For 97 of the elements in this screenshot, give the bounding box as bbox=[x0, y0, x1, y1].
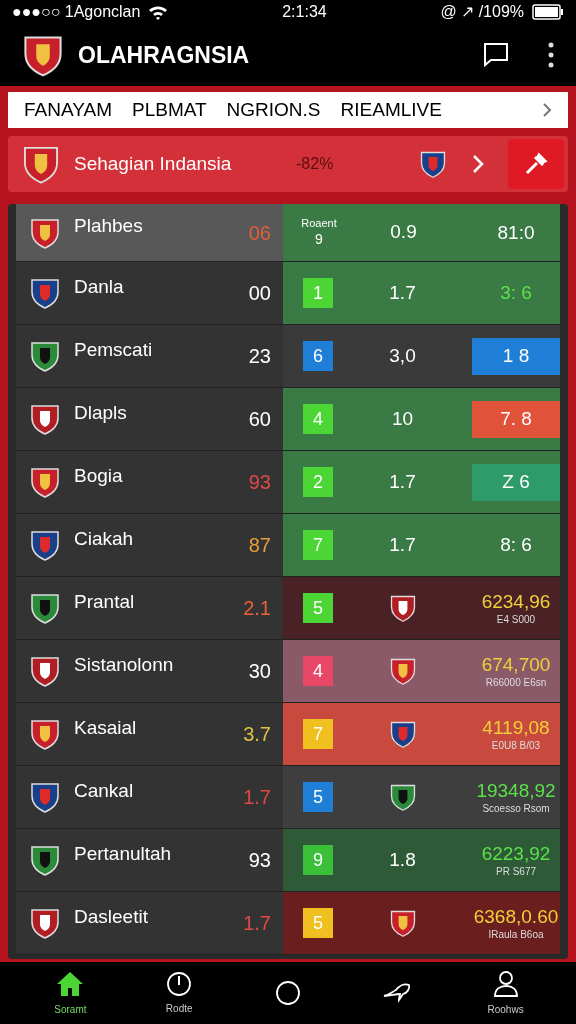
stat-value: 0.9 bbox=[390, 220, 417, 245]
team-name: Cankal bbox=[74, 778, 135, 803]
result-caption: R66000 E6sn bbox=[485, 676, 547, 690]
crest-icon bbox=[28, 465, 62, 499]
featured-banner[interactable]: Sehagian Indansia -82% bbox=[8, 136, 568, 192]
result-value: 6223,92 bbox=[481, 841, 551, 866]
team-score: 60 bbox=[247, 407, 271, 432]
team-score: 87 bbox=[247, 533, 271, 558]
result-value: 4119,08 bbox=[482, 715, 550, 740]
team-name: Pemscati bbox=[74, 337, 154, 362]
wifi-icon bbox=[148, 4, 169, 20]
rank-badge: 9 bbox=[303, 845, 333, 875]
crest-icon bbox=[28, 717, 62, 751]
rank-badge: 5 bbox=[303, 593, 333, 623]
app-title: OLAHRAGNSIA bbox=[78, 40, 251, 70]
column-value: 9 bbox=[315, 230, 323, 249]
chat-icon[interactable] bbox=[482, 41, 510, 69]
result-value: 81:0 bbox=[497, 220, 535, 245]
crest-icon bbox=[28, 528, 62, 562]
team-score: 3.7 bbox=[242, 722, 271, 747]
column-label: Roaent bbox=[301, 216, 337, 231]
banner-title: Sehagian Indansia bbox=[74, 151, 233, 176]
team-name: Kasaial bbox=[74, 715, 138, 740]
bottom-nav-item[interactable]: Soramt bbox=[35, 969, 106, 1017]
team-score: 06 bbox=[247, 220, 271, 246]
nav-tab[interactable]: NGRION.S bbox=[226, 95, 321, 125]
status-indicators: @ ↗ /109% bbox=[440, 2, 524, 22]
nav-tab[interactable]: FANAYAM bbox=[24, 95, 112, 125]
crest-icon bbox=[28, 906, 62, 940]
bottom-nav-item[interactable]: Roohws bbox=[470, 969, 541, 1017]
battery-icon bbox=[532, 4, 564, 20]
crest-icon bbox=[28, 402, 62, 436]
team-score: 2.1 bbox=[242, 596, 271, 621]
result-value: 19348,92 bbox=[476, 778, 556, 803]
team-name: Pertanultah bbox=[74, 841, 173, 866]
result-caption: E4 S000 bbox=[496, 613, 536, 627]
result-caption: IRaula B6oa bbox=[488, 928, 544, 942]
team-name: Sistanolonn bbox=[74, 652, 175, 677]
result-value: 7. 8 bbox=[500, 407, 532, 431]
team-name: Dasleetit bbox=[74, 904, 149, 929]
stat-value: 1.7 bbox=[389, 532, 416, 557]
team-name: Plahbes bbox=[74, 214, 144, 239]
stat-value: 10 bbox=[391, 406, 414, 431]
result-caption: PR S677 bbox=[496, 865, 536, 879]
more-icon[interactable] bbox=[546, 41, 556, 69]
nav-tab[interactable]: PLBMAT bbox=[132, 95, 207, 125]
circle-icon bbox=[275, 980, 301, 1006]
team-score: 93 bbox=[247, 470, 271, 495]
crest-icon bbox=[28, 591, 62, 625]
crest-icon bbox=[28, 276, 62, 310]
team-name: Bogia bbox=[74, 463, 124, 488]
crest-icon bbox=[28, 843, 62, 877]
rank-badge: 4 bbox=[303, 404, 333, 434]
crest-icon bbox=[28, 339, 62, 373]
result-caption: Scoesso Rsom bbox=[482, 802, 550, 816]
bird-icon bbox=[381, 982, 412, 1004]
result-value: 3: 6 bbox=[500, 281, 532, 305]
crest-icon bbox=[28, 780, 62, 814]
crest-icon bbox=[418, 149, 448, 179]
stat-value: 1.7 bbox=[389, 280, 416, 305]
team-score: 1.7 bbox=[242, 911, 271, 936]
result-value: 674,700 bbox=[481, 652, 551, 677]
timer-icon bbox=[166, 970, 193, 997]
result-caption: E0U8 B/03 bbox=[491, 739, 541, 753]
result-value: 8: 6 bbox=[500, 533, 532, 557]
team-score: 93 bbox=[247, 848, 271, 873]
rank-badge: 5 bbox=[303, 908, 333, 938]
rank-badge: 7 bbox=[303, 530, 333, 560]
rank-badge: 1 bbox=[303, 278, 333, 308]
team-score: 30 bbox=[247, 659, 271, 684]
result-value: 6234,96 bbox=[481, 589, 551, 614]
banner-value: -82% bbox=[296, 154, 335, 174]
stat-value: 1.7 bbox=[389, 469, 416, 494]
result-value: 1 8 bbox=[502, 344, 530, 368]
rank-badge: 4 bbox=[303, 656, 333, 686]
team-name: Dlapls bbox=[74, 400, 128, 425]
status-time: 2:1:34 bbox=[282, 2, 327, 22]
team-score: 1.7 bbox=[242, 785, 271, 810]
rank-badge: 7 bbox=[303, 719, 333, 749]
crest-icon bbox=[28, 654, 62, 688]
rank-badge: 2 bbox=[303, 467, 333, 497]
result-value: 6368,0.60 bbox=[473, 904, 559, 929]
rank-badge: 5 bbox=[303, 782, 333, 812]
stat-value: 1.8 bbox=[389, 847, 416, 872]
team-name: Ciakah bbox=[74, 526, 135, 551]
chevron-right-icon[interactable] bbox=[542, 102, 552, 118]
team-score: 00 bbox=[247, 281, 271, 306]
team-name: Prantal bbox=[74, 589, 136, 614]
carrier-text: ●●●○○ 1Agonclan bbox=[12, 2, 141, 22]
nav-tab[interactable]: RIEAMLIVE bbox=[340, 95, 442, 125]
person-icon bbox=[491, 969, 520, 998]
stat-value: 3,0 bbox=[389, 343, 416, 368]
bottom-nav-item[interactable]: Rodte bbox=[144, 970, 215, 1016]
team-score: 23 bbox=[247, 344, 271, 369]
rank-badge: 6 bbox=[303, 341, 333, 371]
team-name: Danla bbox=[74, 274, 125, 299]
result-value: Z 6 bbox=[502, 470, 530, 494]
